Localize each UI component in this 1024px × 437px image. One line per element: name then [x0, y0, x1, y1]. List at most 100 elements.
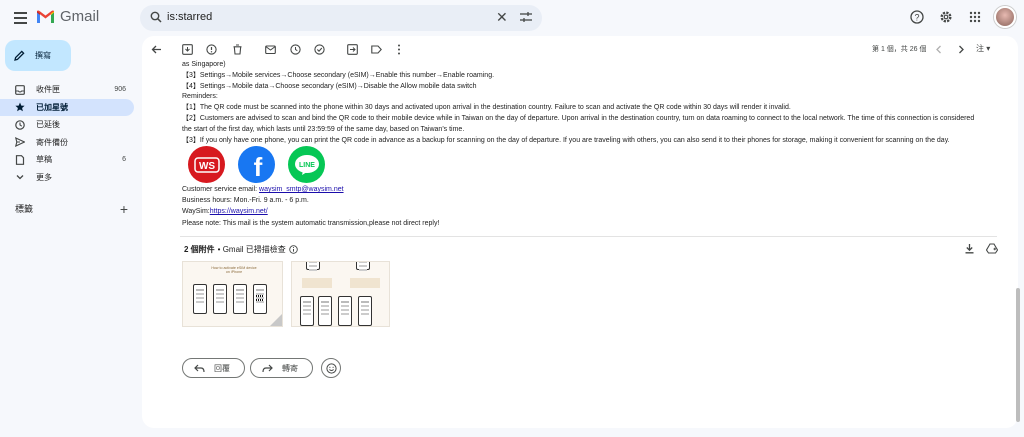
mark-unread-icon[interactable]: [264, 43, 276, 55]
email-line: 【3】Settings→Mobile services→Choose secon…: [182, 71, 495, 79]
attachment-thumbnail[interactable]: How to activate eSIM device on iPhone: [182, 261, 283, 327]
add-to-tasks-icon[interactable]: [313, 43, 325, 55]
attachments-header: 2 個附件 • Gmail 已掃描檢查: [184, 244, 298, 255]
sidebar-item-snoozed[interactable]: 已延後: [0, 116, 134, 134]
phone-screenshot: [300, 296, 314, 326]
reply-label: 回覆: [214, 363, 230, 373]
website-link[interactable]: https://waysim.net/: [210, 208, 268, 215]
facebook-logo-text: f: [253, 152, 262, 178]
search-options-icon[interactable]: [519, 11, 533, 23]
clear-search-icon[interactable]: ✕: [496, 10, 508, 24]
contact-info: Customer service email: waysim_smtp@ways…: [182, 184, 439, 229]
account-avatar[interactable]: [994, 6, 1016, 28]
line-logo[interactable]: LINE: [288, 146, 325, 183]
phone-screenshot: [356, 262, 370, 270]
thumbnail-caption: How to activate eSIM device on iPhone: [211, 266, 257, 274]
sidebar-item-more[interactable]: 更多: [0, 169, 134, 187]
email-line: 【1】The QR code must be scanned into the …: [182, 104, 791, 112]
inbox-icon: [15, 84, 25, 95]
send-icon: [15, 137, 25, 148]
qr-code-phone: [253, 284, 267, 314]
star-icon: [15, 102, 25, 112]
sidebar-item-label: 已延後: [36, 120, 60, 130]
compose-label: 撰寫: [35, 51, 51, 60]
report-spam-icon[interactable]: [205, 43, 217, 55]
sidebar-item-label: 更多: [36, 172, 52, 182]
phone-screenshot: [318, 296, 332, 326]
label-tag-icon[interactable]: [370, 43, 382, 55]
sidebar-item-count: 6: [122, 156, 126, 164]
search-input[interactable]: is:starred: [167, 11, 212, 23]
gmail-logo[interactable]: Gmail: [36, 8, 99, 25]
email-line: 【4】Settings→Mobile data→Choose secondary…: [182, 82, 477, 90]
chevron-right-icon[interactable]: [955, 43, 967, 55]
forward-button[interactable]: 轉寄: [250, 358, 313, 378]
clock-icon: [15, 119, 25, 130]
emoji-reaction-button[interactable]: [321, 358, 341, 378]
reply-arrow-icon: [194, 364, 205, 372]
search-icon[interactable]: [150, 11, 162, 23]
labels-title: 標籤: [15, 204, 34, 214]
pencil-icon: [14, 50, 25, 61]
sidebar-item-label: 收件匣: [36, 85, 60, 95]
website-label: WaySim:: [182, 208, 210, 216]
chevron-left-icon[interactable]: [933, 43, 945, 55]
compose-button[interactable]: 撰寫: [5, 40, 71, 71]
email-line: 【2】Customers are advised to scan and bin…: [182, 114, 975, 133]
scrollbar-thumb[interactable]: [1016, 288, 1020, 422]
top-bar: Gmail is:starred ✕ ?: [0, 0, 1024, 36]
apps-grid-icon[interactable]: [965, 7, 985, 27]
attachments-divider: [180, 236, 997, 237]
sidebar-item-starred[interactable]: 已加星號: [0, 98, 134, 116]
attachments-actions: [964, 243, 998, 254]
sidebar-item-label: 寄件備份: [36, 137, 68, 147]
email-body: as Singapore) 【3】Settings→Mobile service…: [182, 60, 982, 146]
phone-screenshot: [193, 284, 207, 314]
facebook-logo[interactable]: f: [238, 146, 275, 183]
email-line: as Singapore): [182, 61, 226, 68]
attachment-thumbnail[interactable]: [291, 261, 390, 327]
more-options-icon[interactable]: [393, 43, 405, 55]
gmail-m-icon: [37, 10, 54, 23]
delete-trash-icon[interactable]: [231, 43, 243, 55]
sidebar-item-count: 906: [114, 86, 126, 94]
sidebar-item-label: 草稿: [36, 155, 52, 165]
attachments-scan-status: • Gmail 已掃描檢查: [217, 245, 286, 254]
email-line: 【3】If you only have one phone, you can p…: [182, 136, 950, 144]
add-label-icon[interactable]: +: [120, 202, 128, 216]
sidebar-item-inbox[interactable]: 收件匣 906: [0, 81, 134, 99]
chevron-down-icon: [15, 172, 25, 182]
thumbnail-banner: [302, 278, 332, 288]
info-icon[interactable]: [289, 245, 298, 254]
contact-email-line: Customer service email: waysim_smtp@ways…: [182, 184, 439, 195]
thumbnail-banner: [350, 278, 380, 288]
contact-email-link[interactable]: waysim_smtp@waysim.net: [259, 186, 344, 193]
input-tools-toggle[interactable]: 注 ▾: [976, 43, 990, 54]
back-arrow-icon[interactable]: [150, 43, 162, 55]
archive-icon[interactable]: [181, 43, 193, 55]
forward-arrow-icon: [262, 364, 273, 372]
phone-screenshot: [306, 262, 320, 270]
sidebar-item-sent[interactable]: 寄件備份: [0, 134, 134, 152]
top-right-actions: ?: [907, 6, 1016, 28]
page-curl: [270, 314, 282, 326]
snooze-clock-icon[interactable]: [289, 43, 301, 55]
search-bar[interactable]: is:starred ✕: [140, 5, 542, 31]
forward-label: 轉寄: [282, 363, 298, 373]
smiley-icon: [325, 362, 337, 374]
main-menu-button[interactable]: [10, 8, 30, 28]
waysim-logo[interactable]: WS: [188, 146, 225, 183]
save-to-drive-icon[interactable]: [986, 243, 998, 254]
social-links: WS f LINE: [188, 146, 325, 183]
settings-gear-icon[interactable]: [936, 7, 956, 27]
help-icon[interactable]: ?: [907, 7, 927, 27]
phone-screenshot: [213, 284, 227, 314]
download-all-icon[interactable]: [964, 243, 975, 254]
auto-mail-note: Please note: This mail is the system aut…: [182, 219, 440, 227]
svg-text:?: ?: [914, 13, 919, 23]
phone-screenshot: [233, 284, 247, 314]
sidebar-item-drafts[interactable]: 草稿 6: [0, 151, 134, 169]
email-line: Reminders:: [182, 93, 218, 101]
reply-button[interactable]: 回覆: [182, 358, 245, 378]
move-to-icon[interactable]: [346, 43, 358, 55]
